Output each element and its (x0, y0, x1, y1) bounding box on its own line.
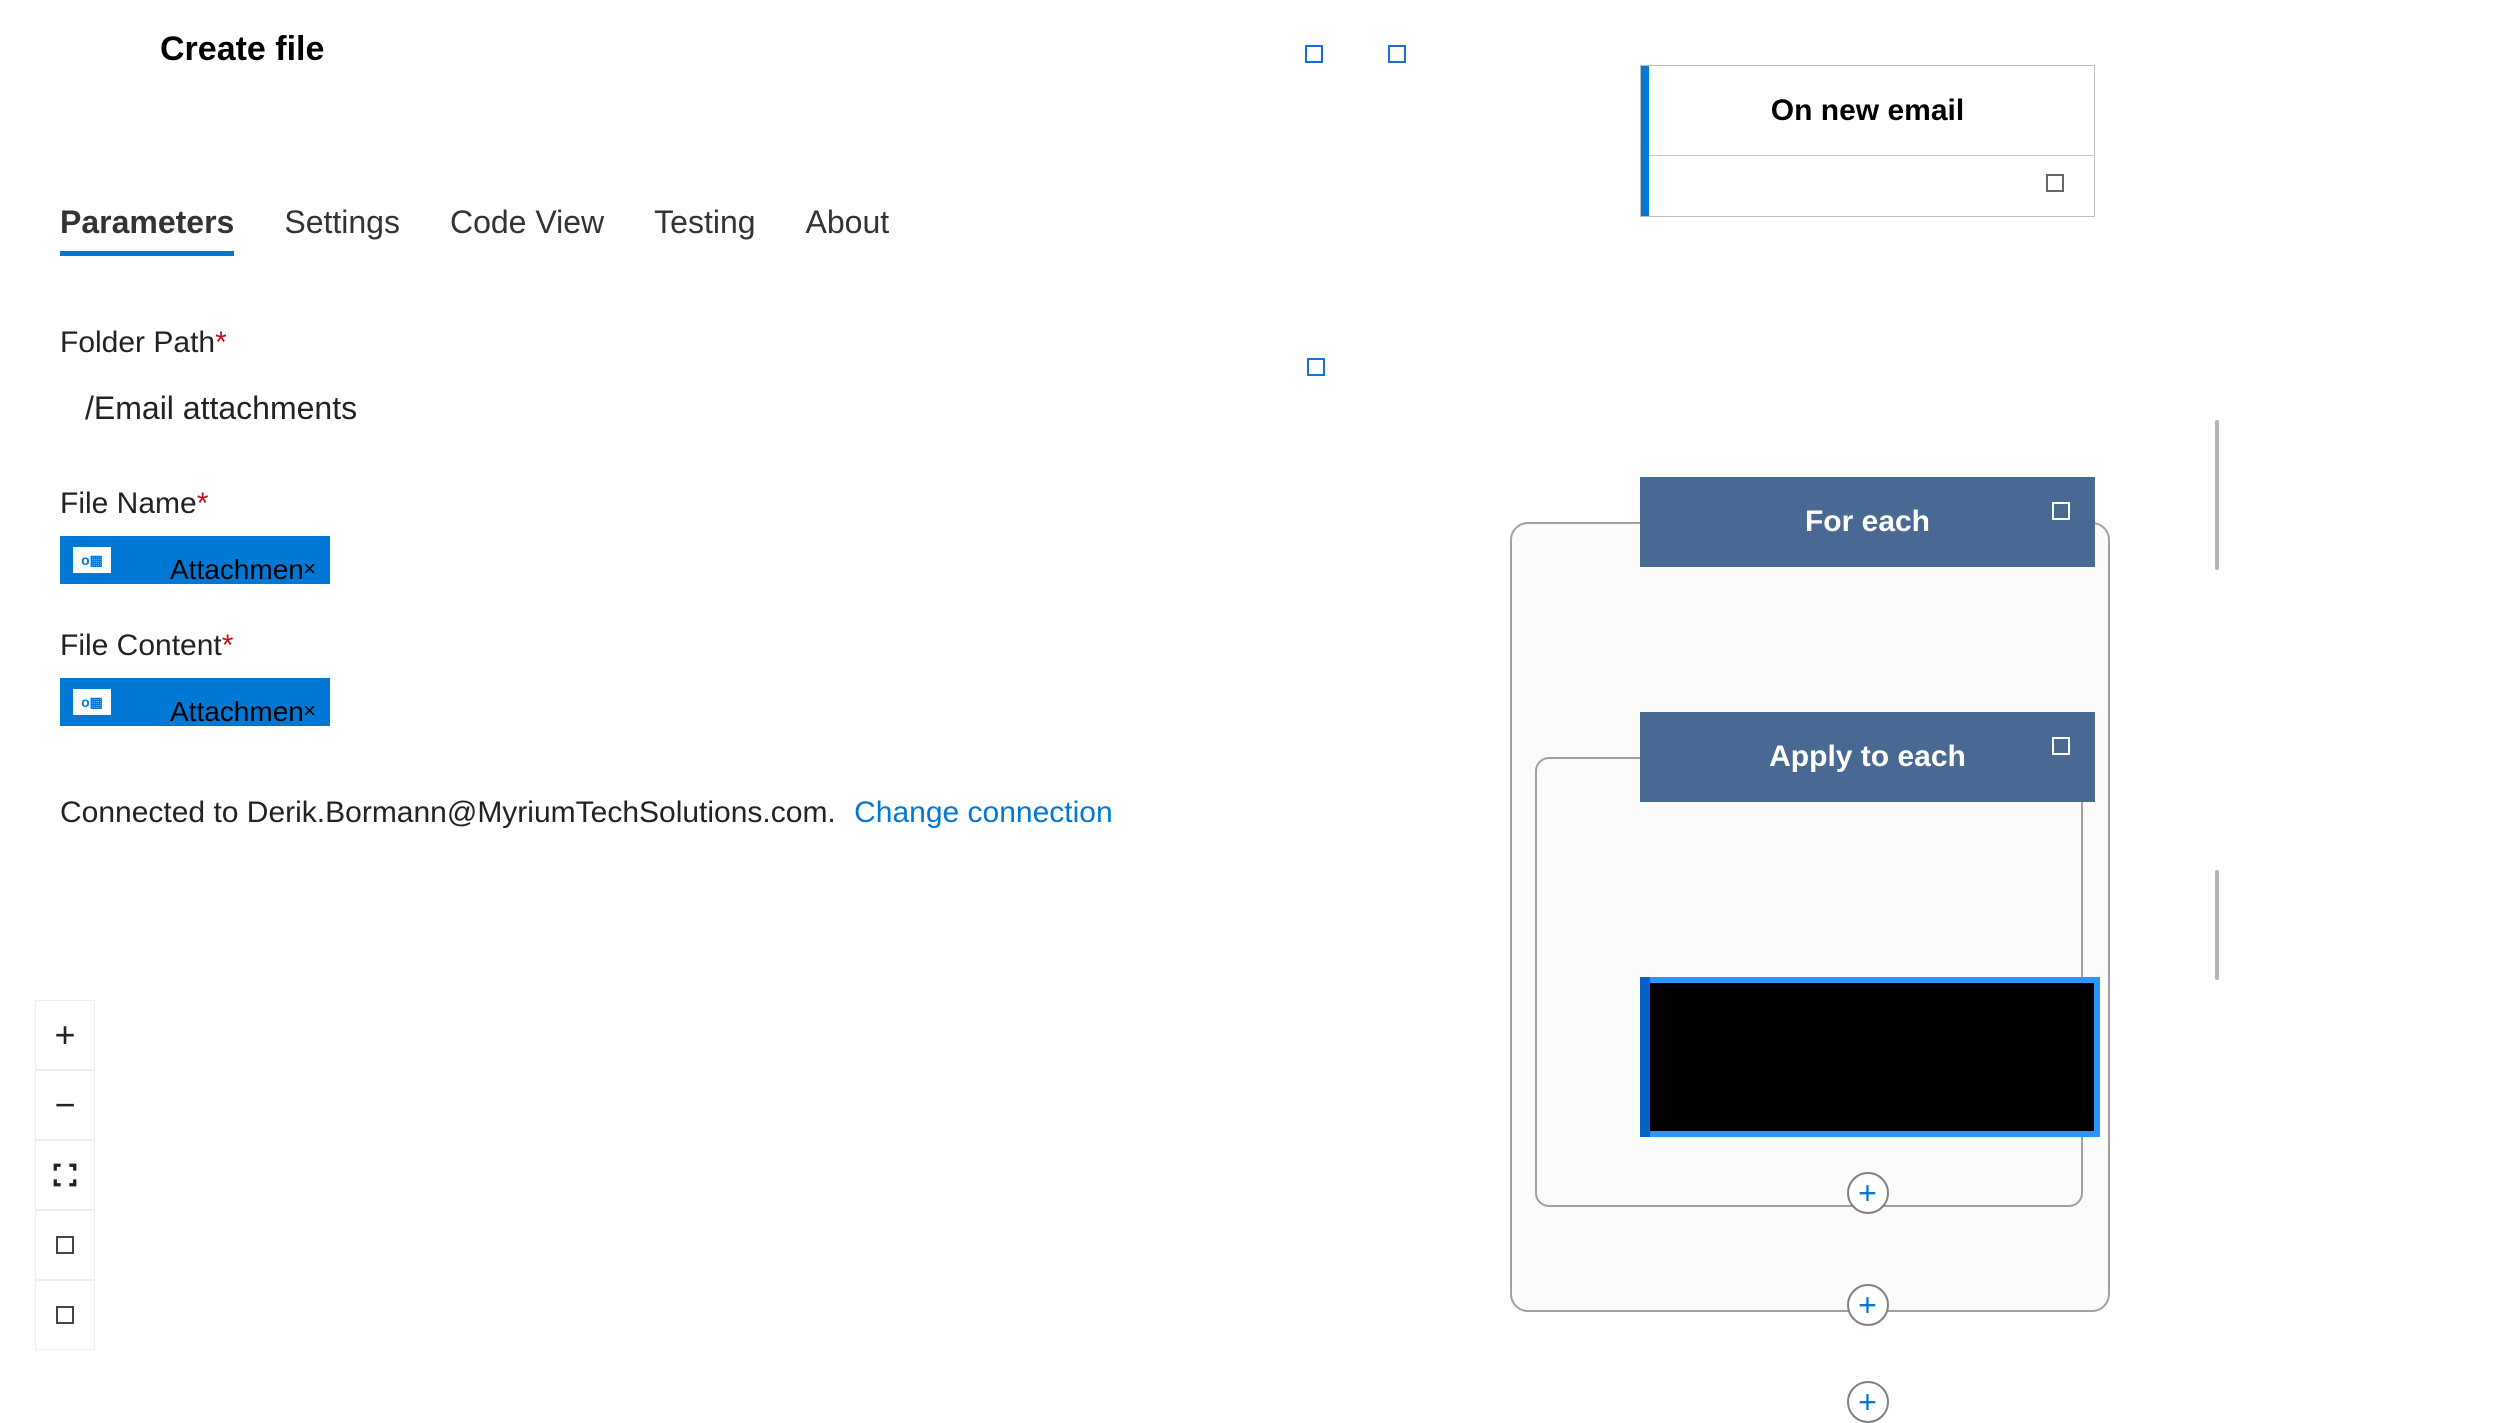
connection-email: Derik.Bormann@MyriumTechSolutions.com. (247, 796, 836, 829)
action-config-panel: Create file Parameters Settings Code Vie… (50, 10, 1400, 830)
trigger-card[interactable]: On new email (1640, 65, 2095, 217)
plus-icon: + (54, 1014, 75, 1056)
trigger-expand-icon[interactable] (2046, 174, 2064, 192)
file-name-input[interactable]: o▦ Attachmen × (60, 536, 1400, 584)
apply-to-each-title: Apply to each (1769, 740, 1966, 774)
tab-testing[interactable]: Testing (654, 204, 755, 256)
square-icon (56, 1236, 74, 1254)
folder-path-label-text: Folder Path (60, 326, 215, 359)
toolbar-extra-1[interactable] (35, 1210, 95, 1280)
remove-token-icon[interactable]: × (303, 556, 316, 582)
panel-title: Create file (160, 30, 1400, 69)
parameters-form: Folder Path* /Email attachments File Nam… (60, 326, 1400, 830)
file-content-token[interactable]: o▦ Attachmen × (60, 678, 330, 726)
remove-token-icon[interactable]: × (303, 698, 316, 724)
zoom-toolbar: + − (35, 1000, 95, 1350)
collapse-icon[interactable] (2052, 737, 2070, 755)
collapse-icon[interactable] (2052, 502, 2070, 520)
scrollbar-segment[interactable] (2215, 870, 2219, 980)
trigger-body (1641, 156, 2094, 216)
minus-icon: − (54, 1084, 75, 1126)
apply-to-each-header[interactable]: Apply to each (1640, 712, 2095, 802)
file-name-label-text: File Name (60, 487, 197, 520)
flow-canvas[interactable]: On new email For each Apply to each + (1580, 65, 2100, 1423)
scrollbar-segment[interactable] (2215, 420, 2219, 570)
connection-prefix: Connected to (60, 796, 247, 829)
add-action-inner-button[interactable]: + (1847, 1172, 1889, 1214)
toolbar-extra-2[interactable] (35, 1280, 95, 1350)
tab-settings[interactable]: Settings (284, 204, 400, 256)
folder-browse-icon[interactable] (1307, 358, 1325, 376)
file-content-token-text: Attachmen (170, 696, 304, 726)
file-content-label-text: File Content (60, 629, 222, 662)
connection-info: Connected to Derik.Bormann@MyriumTechSol… (60, 796, 1400, 830)
required-asterisk: * (222, 629, 234, 662)
file-name-token-text: Attachmen (170, 554, 304, 584)
apply-to-each-container: Apply to each + (1580, 712, 2100, 1214)
card-accent (1640, 977, 1650, 1137)
outlook-icon: o▦ (72, 688, 112, 716)
panel-tabs: Parameters Settings Code View Testing Ab… (60, 204, 1400, 256)
folder-path-value[interactable]: /Email attachments (85, 390, 1400, 427)
zoom-out-button[interactable]: − (35, 1070, 95, 1140)
file-content-input[interactable]: o▦ Attachmen × (60, 678, 1400, 726)
file-name-token[interactable]: o▦ Attachmen × (60, 536, 330, 584)
for-each-header[interactable]: For each (1640, 477, 2095, 567)
outlook-icon: o▦ (72, 546, 112, 574)
for-each-container: For each Apply to each + + (1580, 477, 2100, 1326)
file-content-label: File Content* (60, 629, 1400, 663)
fit-screen-button[interactable] (35, 1140, 95, 1210)
tab-about[interactable]: About (806, 204, 890, 256)
add-action-outer-button[interactable]: + (1847, 1284, 1889, 1326)
trigger-title: On new email (1641, 66, 2094, 156)
for-each-title: For each (1805, 505, 1930, 539)
selected-create-file-card[interactable] (1640, 977, 2100, 1137)
tab-code-view[interactable]: Code View (450, 204, 604, 256)
add-action-bottom-button[interactable]: + (1847, 1381, 1889, 1423)
file-name-label: File Name* (60, 487, 1400, 521)
required-asterisk: * (215, 326, 227, 359)
fit-icon (52, 1162, 78, 1188)
required-asterisk: * (197, 487, 209, 520)
zoom-in-button[interactable]: + (35, 1000, 95, 1070)
square-icon (56, 1306, 74, 1324)
change-connection-link[interactable]: Change connection (854, 796, 1113, 829)
folder-path-label: Folder Path* (60, 326, 1400, 360)
tab-parameters[interactable]: Parameters (60, 204, 234, 256)
